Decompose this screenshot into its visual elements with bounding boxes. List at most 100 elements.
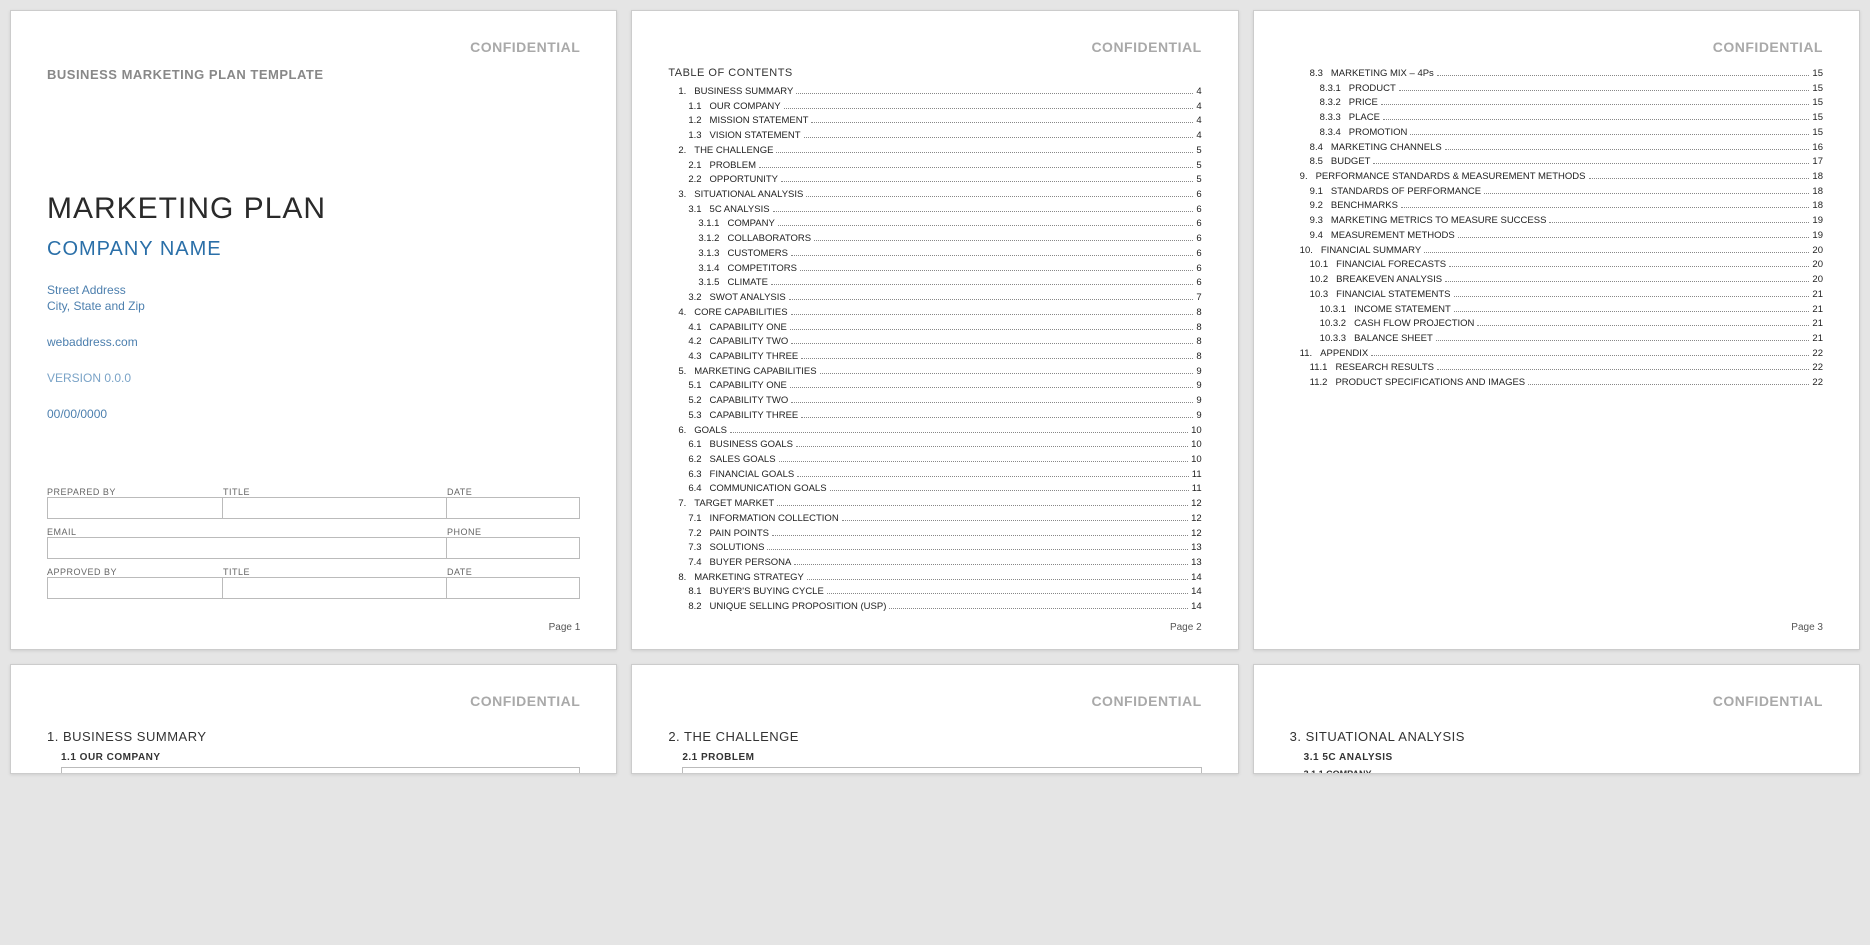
toc-row[interactable]: 7.4BUYER PERSONA13 [668,556,1201,571]
toc-label: BENCHMARKS [1323,199,1398,214]
toc-row[interactable]: 5.2CAPABILITY TWO9 [668,394,1201,409]
toc-label: CASH FLOW PROJECTION [1346,317,1474,332]
toc-leader [1528,384,1809,385]
toc-number: 8.1 [688,585,701,600]
toc-row[interactable]: 4.3CAPABILITY THREE8 [668,350,1201,365]
toc-row[interactable]: 3.SITUATIONAL ANALYSIS6 [668,188,1201,203]
toc-row[interactable]: 9.4MEASUREMENT METHODS19 [1290,229,1823,244]
phone-field[interactable] [447,537,580,559]
toc-row[interactable]: 4.CORE CAPABILITIES8 [668,306,1201,321]
toc-row[interactable]: 7.3SOLUTIONS13 [668,541,1201,556]
toc-label: TARGET MARKET [686,497,774,512]
toc-row[interactable]: 9.2BENCHMARKS18 [1290,199,1823,214]
toc-row[interactable]: 9.1STANDARDS OF PERFORMANCE18 [1290,185,1823,200]
toc-label: CAPABILITY TWO [702,335,789,350]
toc-number: 6.2 [688,453,701,468]
toc-row[interactable]: 8.4MARKETING CHANNELS16 [1290,141,1823,156]
email-field[interactable] [47,537,447,559]
toc-row[interactable]: 7.TARGET MARKET12 [668,497,1201,512]
toc-row[interactable]: 5.MARKETING CAPABILITIES9 [668,365,1201,380]
toc-page: 15 [1812,67,1823,82]
approved-by-field[interactable] [47,577,223,599]
toc-leader [781,181,1193,182]
toc-row[interactable]: 8.3MARKETING MIX – 4Ps15 [1290,67,1823,82]
toc-row[interactable]: 3.1.5CLIMATE6 [668,276,1201,291]
template-label: BUSINESS MARKETING PLAN TEMPLATE [47,67,580,82]
toc-row[interactable]: 1.1OUR COMPANY4 [668,100,1201,115]
toc-row[interactable]: 4.2CAPABILITY TWO8 [668,335,1201,350]
toc-row[interactable]: 6.1BUSINESS GOALS10 [668,438,1201,453]
toc-label: OPPORTUNITY [702,173,778,188]
toc-row[interactable]: 10.FINANCIAL SUMMARY20 [1290,244,1823,259]
toc-number: 4.2 [688,335,701,350]
toc-row[interactable]: 2.2OPPORTUNITY5 [668,173,1201,188]
toc-row[interactable]: 9.3MARKETING METRICS TO MEASURE SUCCESS1… [1290,214,1823,229]
approved-date-field[interactable] [447,577,580,599]
toc-row[interactable]: 10.3.2CASH FLOW PROJECTION21 [1290,317,1823,332]
toc-row[interactable]: 8.3.3PLACE15 [1290,111,1823,126]
content-box[interactable] [61,767,580,774]
toc-row[interactable]: 8.3.2PRICE15 [1290,96,1823,111]
toc-row[interactable]: 8.2UNIQUE SELLING PROPOSITION (USP)14 [668,600,1201,615]
toc-leader [1454,311,1810,312]
toc-row[interactable]: 11.1RESEARCH RESULTS22 [1290,361,1823,376]
toc-row[interactable]: 10.1FINANCIAL FORECASTS20 [1290,258,1823,273]
toc-row[interactable]: 7.1INFORMATION COLLECTION12 [668,512,1201,527]
toc-row[interactable]: 3.1.2COLLABORATORS6 [668,232,1201,247]
toc-row[interactable]: 1.3VISION STATEMENT4 [668,129,1201,144]
toc-row[interactable]: 10.2BREAKEVEN ANALYSIS20 [1290,273,1823,288]
toc-number: 3.2 [688,291,701,306]
toc-row[interactable]: 9.PERFORMANCE STANDARDS & MEASUREMENT ME… [1290,170,1823,185]
toc-row[interactable]: 8.1BUYER'S BUYING CYCLE14 [668,585,1201,600]
toc-row[interactable]: 6.4COMMUNICATION GOALS11 [668,482,1201,497]
toc-row[interactable]: 10.3FINANCIAL STATEMENTS21 [1290,288,1823,303]
toc-row[interactable]: 1.2MISSION STATEMENT4 [668,114,1201,129]
toc-number: 7.1 [688,512,701,527]
toc-row[interactable]: 3.2SWOT ANALYSIS7 [668,291,1201,306]
toc-row[interactable]: 3.15C ANALYSIS6 [668,203,1201,218]
toc-page: 21 [1812,288,1823,303]
toc-row[interactable]: 7.2PAIN POINTS12 [668,527,1201,542]
toc-number: 5. [678,365,686,380]
toc-label: FINANCIAL SUMMARY [1313,244,1421,259]
toc-leader [779,461,1189,462]
toc-number: 7.4 [688,556,701,571]
prepared-title-field[interactable] [223,497,447,519]
toc-row[interactable]: 8.MARKETING STRATEGY14 [668,571,1201,586]
toc-row[interactable]: 10.3.3BALANCE SHEET21 [1290,332,1823,347]
toc-row[interactable]: 2.1PROBLEM5 [668,159,1201,174]
toc-number: 3.1.1 [698,217,719,232]
toc-row[interactable]: 4.1CAPABILITY ONE8 [668,321,1201,336]
toc-row[interactable]: 3.1.1COMPANY6 [668,217,1201,232]
toc-row[interactable]: 10.3.1INCOME STATEMENT21 [1290,303,1823,318]
page-number: Page 2 [1170,622,1202,633]
toc-row[interactable]: 5.1CAPABILITY ONE9 [668,379,1201,394]
toc-row[interactable]: 1.BUSINESS SUMMARY4 [668,85,1201,100]
approved-title-field[interactable] [223,577,447,599]
prepared-date-field[interactable] [447,497,580,519]
toc-row[interactable]: 8.3.1PRODUCT15 [1290,82,1823,97]
toc-leader [801,417,1193,418]
toc-leader [796,446,1188,447]
toc-row[interactable]: 3.1.3CUSTOMERS6 [668,247,1201,262]
toc-row[interactable]: 8.5BUDGET17 [1290,155,1823,170]
toc-number: 8.3.1 [1320,82,1341,97]
toc-row[interactable]: 6.2SALES GOALS10 [668,453,1201,468]
toc-leader [1437,369,1809,370]
toc-row[interactable]: 6.3FINANCIAL GOALS11 [668,468,1201,483]
toc-label: BREAKEVEN ANALYSIS [1328,273,1442,288]
toc-row[interactable]: 11.2PRODUCT SPECIFICATIONS AND IMAGES22 [1290,376,1823,391]
toc-leader [1454,296,1810,297]
toc-leader [1383,119,1809,120]
toc-row[interactable]: 5.3CAPABILITY THREE9 [668,409,1201,424]
prepared-by-field[interactable] [47,497,223,519]
toc-row[interactable]: 8.3.4PROMOTION15 [1290,126,1823,141]
content-box[interactable] [682,767,1201,774]
toc-row[interactable]: 3.1.4COMPETITORS6 [668,262,1201,277]
doc-title: MARKETING PLAN [47,192,580,226]
toc-leader [1399,90,1810,91]
toc-row[interactable]: 11.APPENDIX22 [1290,347,1823,362]
toc-leader [1477,325,1809,326]
toc-row[interactable]: 2.THE CHALLENGE5 [668,144,1201,159]
toc-row[interactable]: 6.GOALS10 [668,424,1201,439]
